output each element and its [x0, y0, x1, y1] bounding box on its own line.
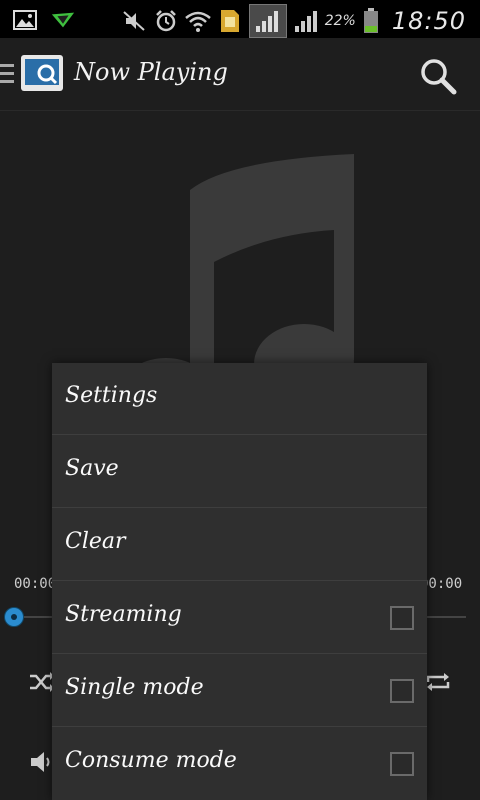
signal-icon: [248, 4, 287, 38]
menu-item-clear[interactable]: Clear: [52, 509, 427, 581]
search-icon[interactable]: [418, 56, 458, 96]
signal-icon-2: [293, 8, 319, 34]
consume-mode-checkbox[interactable]: [390, 752, 414, 776]
menu-item-save[interactable]: Save: [52, 436, 427, 508]
menu-item-label: Streaming: [65, 602, 182, 627]
drawer-menu-icon[interactable]: [0, 62, 14, 86]
menu-item-label: Save: [65, 456, 119, 481]
page-title: Now Playing: [74, 58, 228, 86]
battery-percent: 22%: [324, 13, 356, 29]
alarm-icon: [153, 8, 179, 34]
download-arrow-icon: [50, 7, 76, 33]
sim-icon: [217, 8, 243, 34]
overflow-menu: Settings Save Clear Streaming Single mod…: [52, 363, 427, 800]
battery-icon: [362, 8, 380, 34]
single-mode-checkbox[interactable]: [390, 679, 414, 703]
menu-item-label: Clear: [65, 529, 126, 554]
status-bar: 22% 18:50: [0, 0, 480, 38]
mute-icon: [121, 8, 147, 34]
elapsed-time: 00:00: [14, 576, 57, 592]
menu-item-single-mode[interactable]: Single mode: [52, 655, 427, 727]
menu-item-label: Single mode: [65, 675, 204, 700]
action-bar: Now Playing: [0, 38, 480, 111]
status-time: 18:50: [391, 7, 466, 35]
wifi-icon: [184, 8, 211, 34]
repeat-icon[interactable]: [424, 668, 452, 696]
menu-item-streaming[interactable]: Streaming: [52, 582, 427, 654]
menu-item-settings[interactable]: Settings: [52, 363, 427, 435]
seek-thumb[interactable]: [4, 607, 24, 627]
menu-item-label: Settings: [65, 383, 158, 408]
menu-item-consume-mode[interactable]: Consume mode: [52, 728, 427, 800]
app-logo-icon[interactable]: [20, 54, 64, 92]
image-icon: [12, 7, 38, 33]
streaming-checkbox[interactable]: [390, 606, 414, 630]
menu-item-label: Consume mode: [65, 748, 237, 773]
